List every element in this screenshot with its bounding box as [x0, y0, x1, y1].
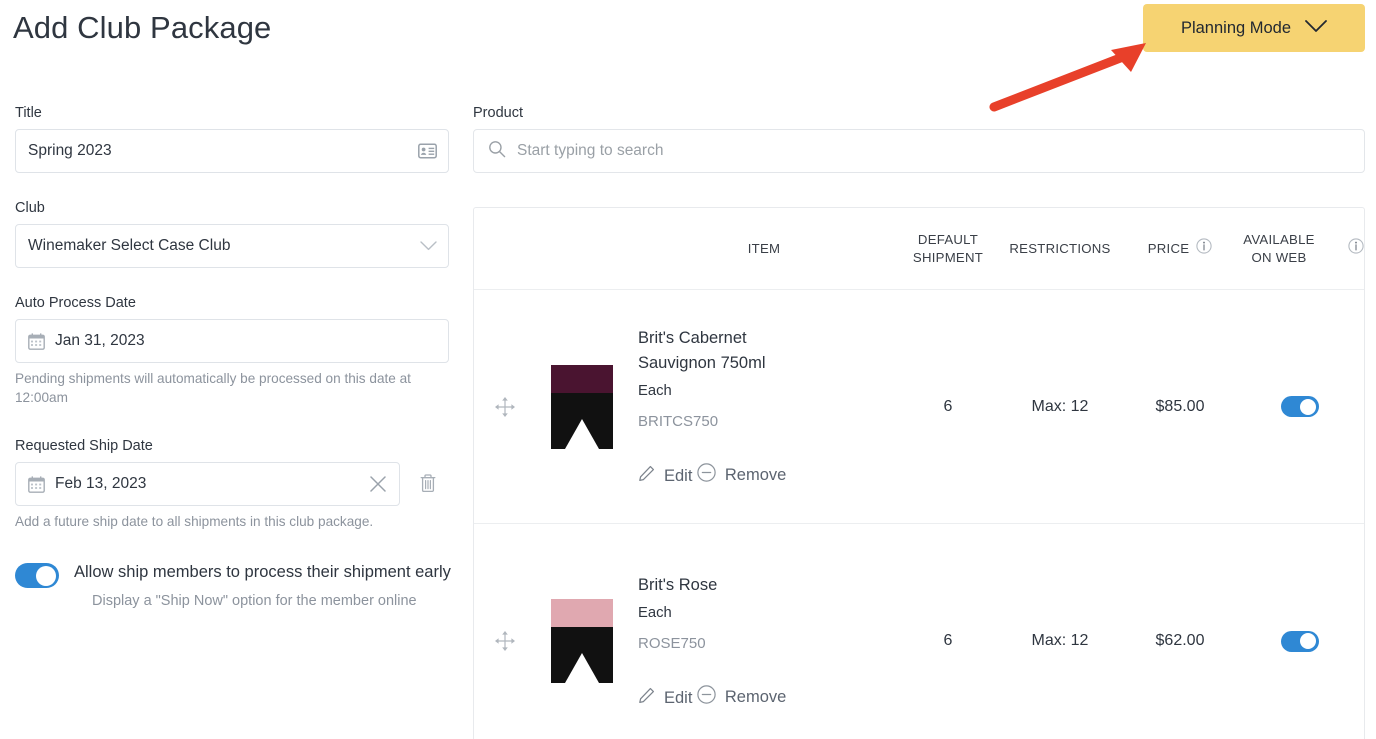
planning-mode-button[interactable]: Planning Mode: [1143, 4, 1365, 52]
close-icon[interactable]: [368, 474, 388, 494]
item-name: Brit's Rose: [638, 575, 718, 594]
id-card-icon[interactable]: [418, 143, 437, 159]
pencil-icon: [638, 465, 655, 488]
requested-ship-date-row: Feb 13, 2023: [15, 462, 449, 506]
info-icon[interactable]: [1348, 238, 1364, 259]
auto-process-date-input[interactable]: Jan 31, 2023: [15, 319, 449, 363]
wine-bottle-image: [551, 364, 613, 449]
requested-ship-date-input[interactable]: Feb 13, 2023: [15, 462, 401, 506]
toggle-knob: [1300, 633, 1316, 649]
club-field-group: Club Winemaker Select Case Club: [15, 199, 449, 268]
th-available-on-web: AVAILABLE ON WEB: [1236, 231, 1364, 267]
toggle-knob: [36, 565, 56, 586]
planning-mode-label: Planning Mode: [1180, 18, 1292, 37]
th-item: ITEM: [747, 240, 781, 256]
calendar-icon: [28, 475, 45, 493]
restrictions-value: Max: 12: [1031, 632, 1089, 649]
form-column: Title Spring 2023 Club Winemaker Select …: [15, 104, 451, 611]
edit-item-label: Edit: [664, 689, 693, 707]
available-on-web-toggle[interactable]: [1281, 630, 1319, 652]
item-info: Brit's Rose Each ROSE750 Edit Remove: [628, 573, 900, 710]
chevron-down-icon[interactable]: [420, 241, 437, 251]
th-restrictions: RESTRICTIONS: [1009, 240, 1111, 256]
remove-item-label: Remove: [724, 466, 787, 484]
trash-icon: [419, 473, 437, 496]
chevron-down-icon: [1305, 19, 1327, 38]
remove-item-label: Remove: [724, 688, 787, 706]
pencil-icon: [638, 687, 655, 710]
edit-item-label: Edit: [664, 467, 693, 485]
products-table: ITEM DEFAULT SHIPMENT RESTRICTIONS PRICE: [473, 207, 1365, 739]
move-handle-icon[interactable]: [474, 396, 536, 418]
requested-ship-date-helper: Add a future ship date to all shipments …: [15, 514, 374, 529]
early-ship-toggle-label: Allow ship members to process their ship…: [74, 563, 451, 581]
info-icon[interactable]: [1196, 238, 1212, 259]
title-value: Spring 2023: [28, 142, 112, 159]
product-thumbnail: [536, 599, 628, 683]
calendar-icon: [28, 332, 45, 350]
requested-ship-date-group: Requested Ship Date Feb 13, 2023 Add a f…: [15, 437, 449, 531]
product-search-input[interactable]: Start typing to search: [517, 141, 663, 161]
minus-circle-icon: [697, 462, 716, 488]
early-ship-toggle-group: Allow ship members to process their ship…: [15, 561, 451, 611]
product-column: Product Start typing to search ITEM DEFA…: [473, 104, 1365, 739]
auto-process-date-group: Auto Process Date Jan 31, 2023 Pending s…: [15, 294, 449, 407]
default-shipment-value: 6: [943, 632, 953, 649]
requested-ship-date-value: Feb 13, 2023: [55, 475, 147, 492]
title-label: Title: [15, 105, 42, 121]
th-default-shipment: DEFAULT SHIPMENT: [912, 231, 984, 265]
auto-process-date-helper: Pending shipments will automatically be …: [15, 371, 411, 405]
th-price: PRICE: [1124, 238, 1236, 259]
search-icon: [488, 140, 506, 163]
add-club-package-page: Add Club Package Planning Mode Title Spr…: [0, 0, 1376, 739]
price-value: $85.00: [1155, 397, 1205, 415]
title-field-group: Title Spring 2023: [15, 104, 449, 173]
product-thumbnail: [536, 364, 628, 449]
item-info: Brit's Cabernet Sauvignon 750ml Each BRI…: [628, 326, 900, 488]
table-header-row: ITEM DEFAULT SHIPMENT RESTRICTIONS PRICE: [474, 208, 1364, 290]
item-name: Brit's Cabernet Sauvignon 750ml: [638, 328, 766, 372]
requested-ship-date-label: Requested Ship Date: [15, 438, 153, 454]
minus-circle-icon: [697, 684, 716, 710]
club-value: Winemaker Select Case Club: [28, 237, 231, 254]
price-value: $62.00: [1155, 632, 1205, 649]
club-label: Club: [15, 200, 45, 216]
early-ship-toggle-sub: Display a "Ship Now" option for the memb…: [92, 593, 417, 609]
toggle-knob: [1300, 398, 1316, 415]
item-unit: Each: [638, 604, 672, 621]
item-sku: ROSE750: [638, 634, 706, 652]
default-shipment-value: 6: [943, 397, 953, 415]
edit-item-button[interactable]: Edit: [638, 465, 692, 488]
th-available-on-web-label: AVAILABLE ON WEB: [1243, 231, 1315, 265]
move-handle-icon[interactable]: [474, 630, 536, 652]
title-input[interactable]: Spring 2023: [15, 129, 449, 173]
remove-item-button[interactable]: Remove: [697, 684, 787, 710]
item-unit: Each: [638, 382, 672, 399]
auto-process-date-value: Jan 31, 2023: [55, 332, 145, 349]
wine-bottle-image: [551, 599, 613, 683]
early-ship-toggle[interactable]: [15, 563, 59, 588]
club-select[interactable]: Winemaker Select Case Club: [15, 224, 449, 268]
th-price-label: PRICE: [1147, 240, 1190, 256]
page-title: Add Club Package: [13, 10, 272, 45]
available-on-web-cell: [1236, 630, 1364, 652]
available-on-web-cell: [1236, 396, 1364, 417]
product-label: Product: [473, 105, 523, 121]
restrictions-value: Max: 12: [1031, 397, 1089, 415]
product-search-field[interactable]: Start typing to search: [473, 129, 1365, 173]
early-ship-toggle-texts: Allow ship members to process their ship…: [74, 561, 454, 611]
delete-ship-date-button[interactable]: [406, 462, 449, 506]
edit-item-button[interactable]: Edit: [638, 687, 692, 710]
table-row: Brit's Cabernet Sauvignon 750ml Each BRI…: [474, 290, 1364, 524]
auto-process-date-label: Auto Process Date: [15, 295, 136, 311]
item-sku: BRITCS750: [638, 412, 719, 430]
available-on-web-toggle[interactable]: [1281, 396, 1319, 417]
remove-item-button[interactable]: Remove: [697, 462, 787, 488]
table-row: Brit's Rose Each ROSE750 Edit Remove 6 M…: [474, 524, 1364, 739]
